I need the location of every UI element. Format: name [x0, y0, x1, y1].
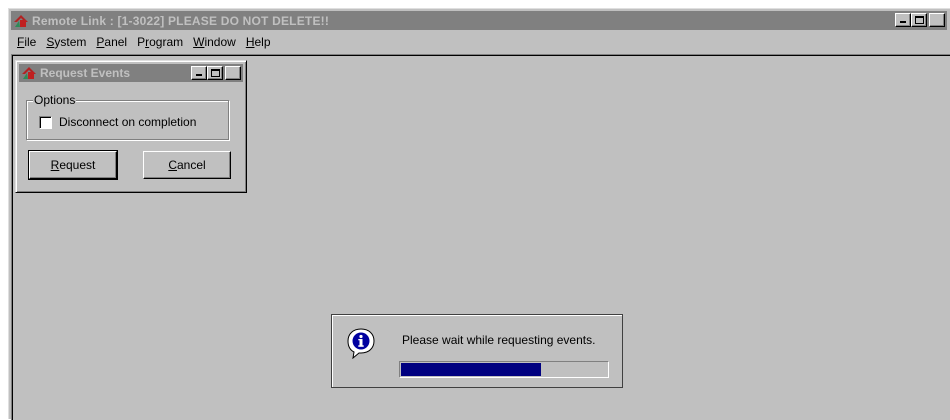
app-logo-icon[interactable]: [21, 65, 37, 81]
close-icon: ✕: [931, 12, 943, 26]
options-groupbox: Options Disconnect on completion: [26, 93, 229, 140]
menubar: File System Panel Program Window Help: [11, 32, 947, 52]
menu-panel[interactable]: Panel: [91, 35, 132, 49]
menu-file[interactable]: File: [11, 35, 41, 49]
app-title: Remote Link : [1-3022] PLEASE DO NOT DEL…: [32, 13, 330, 28]
request-events-titlebar[interactable]: Request Events ✕: [19, 64, 243, 82]
app-window: Remote Link : [1-3022] PLEASE DO NOT DEL…: [8, 8, 950, 420]
app-window-controls: ✕: [895, 12, 945, 27]
menu-window[interactable]: Window: [188, 35, 241, 49]
disconnect-checkbox-row[interactable]: Disconnect on completion: [39, 115, 196, 129]
minimize-icon: [196, 74, 202, 76]
child-maximize-button[interactable]: [207, 66, 223, 80]
app-logo-icon[interactable]: [13, 13, 29, 29]
menu-program[interactable]: Program: [132, 35, 188, 49]
progress-bar: [399, 361, 609, 378]
app-close-button[interactable]: ✕: [929, 12, 945, 27]
disconnect-checkbox-label[interactable]: Disconnect on completion: [59, 115, 196, 129]
request-events-window: Request Events ✕ Options Disconnect on c…: [15, 60, 247, 193]
request-events-window-controls: ✕: [191, 65, 241, 80]
app-maximize-button[interactable]: [911, 13, 927, 27]
info-icon: [346, 327, 376, 360]
progress-message: Please wait while requesting events.: [402, 333, 596, 347]
child-close-button[interactable]: ✕: [225, 65, 241, 80]
disconnect-checkbox[interactable]: [39, 115, 52, 129]
menu-help[interactable]: Help: [241, 35, 276, 49]
minimize-icon: [900, 21, 906, 23]
app-minimize-button[interactable]: [895, 13, 911, 27]
child-minimize-button[interactable]: [191, 66, 207, 80]
close-icon: ✕: [227, 65, 239, 79]
cancel-button[interactable]: Cancel: [143, 151, 231, 179]
request-events-title: Request Events: [40, 66, 131, 80]
app-titlebar[interactable]: Remote Link : [1-3022] PLEASE DO NOT DEL…: [11, 11, 947, 30]
mdi-client-area: Request Events ✕ Options Disconnect on c…: [11, 54, 950, 420]
progress-bar-fill: [401, 363, 542, 376]
maximize-icon: [211, 69, 220, 77]
progress-dialog: Please wait while requesting events.: [331, 314, 623, 388]
menu-system[interactable]: System: [41, 35, 91, 49]
options-group-label: Options: [33, 93, 77, 107]
request-button[interactable]: Request: [28, 150, 118, 180]
maximize-icon: [915, 16, 924, 24]
